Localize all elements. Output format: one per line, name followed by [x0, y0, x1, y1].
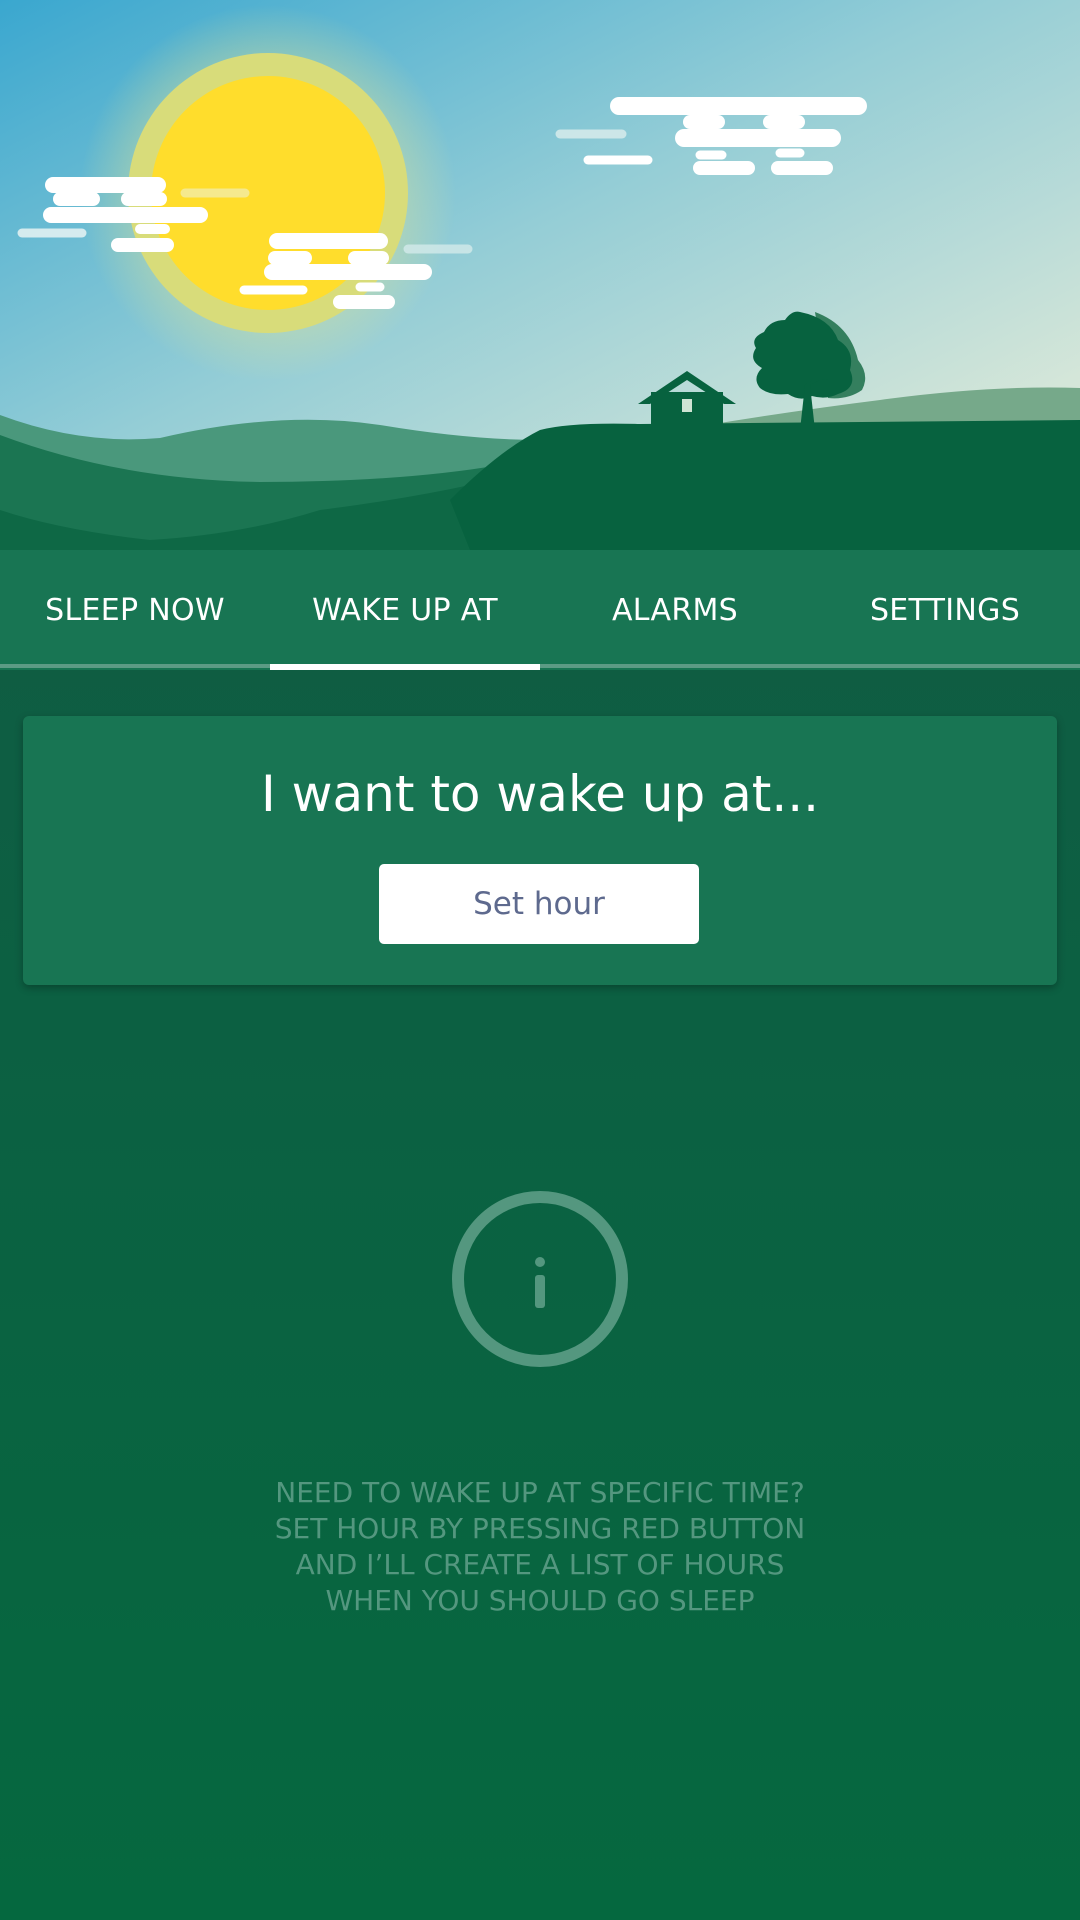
tab-label: SETTINGS	[869, 592, 1021, 628]
tab-label: ALARMS	[611, 592, 739, 628]
tab-label: SLEEP NOW	[45, 592, 225, 628]
header-illustration	[0, 0, 1080, 550]
tab-bar: SLEEP NOW WAKE UP AT ALARMS SETTINGS	[0, 550, 1080, 670]
info-line: AND I’LL CREATE A LIST OF HOURS	[295, 1548, 785, 1581]
tab-label: WAKE UP AT	[312, 592, 498, 628]
active-tab-indicator	[270, 664, 540, 670]
card-title: I want to wake up at...	[260, 765, 820, 823]
tab-settings[interactable]: SETTINGS	[810, 550, 1080, 670]
info-line: SET HOUR BY PRESSING RED BUTTON	[274, 1512, 806, 1545]
app-screen: SLEEP NOW WAKE UP AT ALARMS SETTINGS I w…	[0, 0, 1080, 1920]
wake-up-card: I want to wake up at... Set hour	[23, 716, 1057, 985]
tab-sleep-now[interactable]: SLEEP NOW	[0, 550, 270, 670]
info-icon	[452, 1191, 628, 1367]
tab-divider	[0, 664, 1080, 668]
info-line: NEED TO WAKE UP AT SPECIFIC TIME?	[275, 1476, 805, 1509]
tab-wake-up-at[interactable]: WAKE UP AT	[270, 550, 540, 670]
info-line: WHEN YOU SHOULD GO SLEEP	[325, 1584, 755, 1617]
tab-alarms[interactable]: ALARMS	[540, 550, 810, 670]
set-hour-button[interactable]: Set hour	[379, 864, 699, 944]
hill-front	[450, 420, 1080, 550]
info-message: NEED TO WAKE UP AT SPECIFIC TIME? SET HO…	[140, 1475, 940, 1619]
